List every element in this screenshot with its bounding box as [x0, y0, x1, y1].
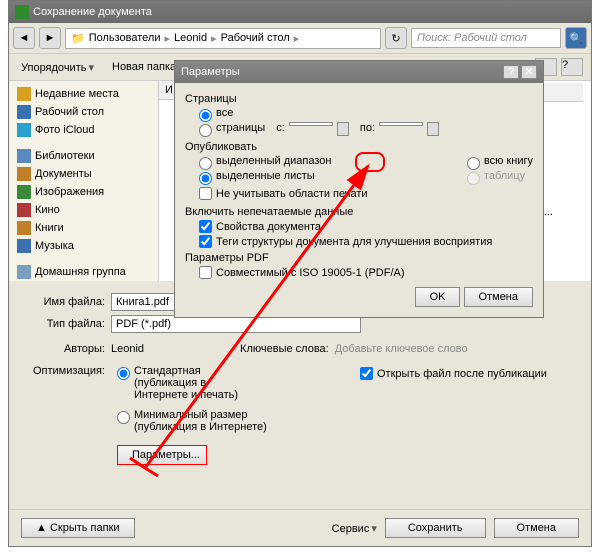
- spin-icon[interactable]: [337, 122, 349, 136]
- sidebar-homegroup[interactable]: Домашняя группа: [13, 263, 154, 281]
- spin-icon[interactable]: [427, 122, 439, 136]
- sidebar-libraries[interactable]: Библиотеки: [13, 147, 154, 165]
- sidebar-item-images[interactable]: Изображения: [13, 183, 154, 201]
- params-titlebar: Параметры ? ✕: [175, 61, 543, 83]
- params-title: Параметры: [181, 66, 240, 78]
- hide-folders-button[interactable]: ▲ Скрыть папки: [21, 518, 135, 538]
- keywords-label: Ключевые слова:: [240, 343, 329, 355]
- folder-icon: 📁: [71, 32, 85, 45]
- doc-props-checkbox[interactable]: Свойства документа: [199, 220, 533, 233]
- breadcrumb[interactable]: 📁 Пользователи▸ Leonid▸ Рабочий стол▸: [65, 28, 381, 49]
- authors-value[interactable]: Leonid: [111, 343, 144, 355]
- help-button[interactable]: ?: [561, 58, 583, 76]
- publish-group: Опубликовать: [185, 141, 533, 153]
- keywords-hint[interactable]: Добавьте ключевое слово: [335, 343, 468, 355]
- sidebar: Недавние места Рабочий стол Фото iCloud …: [9, 81, 159, 281]
- optimization-label: Оптимизация:: [25, 365, 105, 377]
- params-cancel-button[interactable]: Отмена: [464, 287, 533, 307]
- pub-ignore-checkbox[interactable]: Не учитывать области печати: [199, 187, 368, 200]
- opt-minimum-radio[interactable]: Минимальный размер (публикация в Интерне…: [117, 409, 274, 433]
- sidebar-item-documents[interactable]: Документы: [13, 165, 154, 183]
- struct-tags-checkbox[interactable]: Теги структуры документа для улучшения в…: [199, 235, 533, 248]
- window-title: Сохранение документа: [33, 6, 152, 18]
- breadcrumb-part[interactable]: Рабочий стол: [221, 32, 290, 44]
- filetype-label: Тип файла:: [25, 318, 105, 330]
- pub-book-radio[interactable]: всю книгу: [467, 155, 533, 170]
- footer: ▲ Скрыть папки Сервис Сохранить Отмена: [9, 509, 591, 546]
- sidebar-item-icloud[interactable]: Фото iCloud: [13, 121, 154, 139]
- close-icon[interactable]: ✕: [521, 65, 537, 79]
- open-after-checkbox[interactable]: Открыть файл после публикации: [360, 367, 547, 380]
- pdf-group: Параметры PDF: [185, 252, 533, 264]
- nonprint-group: Включить непечатаемые данные: [185, 206, 533, 218]
- sidebar-item-desktop[interactable]: Рабочий стол: [13, 103, 154, 121]
- pages-group: Страницы: [185, 93, 533, 105]
- params-ok-button[interactable]: OK: [415, 287, 461, 307]
- sidebar-item-recent[interactable]: Недавние места: [13, 85, 154, 103]
- iso-checkbox[interactable]: Совместимый с ISO 19005-1 (PDF/A): [199, 266, 533, 279]
- nav-bar: ◄ ► 📁 Пользователи▸ Leonid▸ Рабочий стол…: [9, 23, 591, 54]
- breadcrumb-part[interactable]: Пользователи: [89, 32, 161, 44]
- parameters-dialog: Параметры ? ✕ Страницы все страницы с: п…: [174, 60, 544, 318]
- pages-range-radio[interactable]: страницы с: по:: [199, 122, 533, 137]
- forward-button[interactable]: ►: [39, 27, 61, 49]
- sidebar-item-video[interactable]: Кино: [13, 201, 154, 219]
- sidebar-item-books[interactable]: Книги: [13, 219, 154, 237]
- opt-standard-radio[interactable]: Стандартная (публикация в Интернете и пе…: [117, 365, 274, 401]
- back-button[interactable]: ◄: [13, 27, 35, 49]
- cancel-button[interactable]: Отмена: [494, 518, 579, 538]
- save-button[interactable]: Сохранить: [385, 518, 486, 538]
- pub-sheets-radio[interactable]: выделенные листы: [199, 170, 368, 185]
- range-to-input[interactable]: [379, 122, 423, 126]
- pub-range-radio[interactable]: выделенный диапазон: [199, 155, 368, 170]
- pub-table-radio: таблицу: [467, 170, 533, 185]
- parameters-button[interactable]: Параметры...: [117, 445, 207, 465]
- sidebar-item-music[interactable]: Музыка: [13, 237, 154, 255]
- app-icon: [15, 5, 29, 19]
- help-icon[interactable]: ?: [503, 65, 519, 79]
- pages-all-radio[interactable]: все: [199, 107, 533, 122]
- authors-label: Авторы:: [25, 343, 105, 355]
- search-input[interactable]: Поиск: Рабочий стол: [411, 28, 561, 48]
- titlebar: Сохранение документа: [9, 1, 591, 23]
- organize-button[interactable]: Упорядочить: [17, 59, 98, 76]
- tools-dropdown[interactable]: Сервис: [332, 522, 377, 535]
- refresh-button[interactable]: ↻: [385, 27, 407, 49]
- breadcrumb-part[interactable]: Leonid: [174, 32, 207, 44]
- filename-label: Имя файла:: [25, 296, 105, 308]
- search-go-button[interactable]: 🔍: [565, 27, 587, 49]
- range-from-input[interactable]: [289, 122, 333, 126]
- new-folder-button[interactable]: Новая папка: [108, 59, 180, 75]
